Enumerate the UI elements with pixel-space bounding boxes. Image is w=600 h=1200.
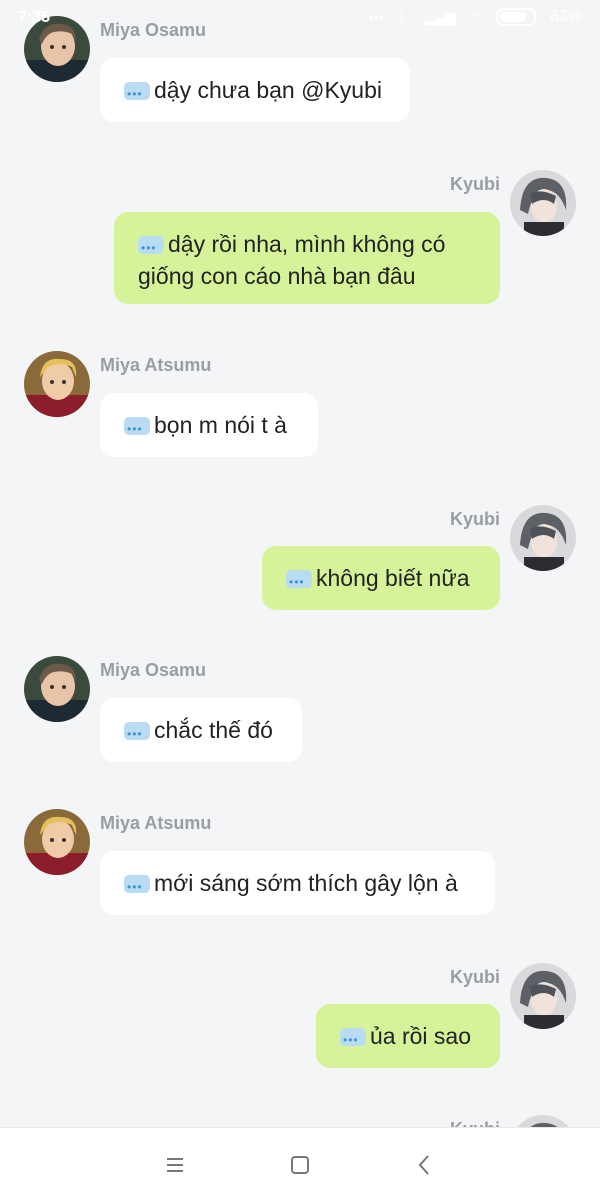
message-text: mới sáng sớm thích gây lộn à [154,870,458,896]
battery-icon [495,8,536,26]
avatar-kyubi[interactable] [510,963,576,1029]
speech-bubble-icon [138,232,164,264]
speech-bubble-icon [124,413,150,445]
speech-bubble-icon [286,566,312,598]
sender-name: Miya Atsumu [100,813,212,833]
message-text: chắc thế đó [154,717,273,743]
speech-bubble-icon [340,1024,366,1056]
system-nav-bar [0,1127,600,1200]
status-icons: ••• ☾ ▂▄▆ ◠ 83% [369,8,582,26]
message-text: không biết nữa [316,565,470,591]
message-bubble[interactable]: dậy chưa bạn @Kyubi [100,58,410,122]
speech-bubble-icon [124,78,150,110]
speech-bubble-icon [124,871,150,903]
message-bubble[interactable]: mới sáng sớm thích gây lộn à [100,851,495,915]
message-text: dậy chưa bạn @Kyubi [154,77,382,103]
more-dots-icon: ••• [369,9,384,25]
message-text: bọn m nói t à [154,412,287,438]
square-home-icon[interactable] [285,1150,315,1180]
sender-name: Miya Atsumu [100,355,212,375]
chevron-left-icon[interactable] [410,1150,440,1180]
avatar-miya-osamu[interactable] [24,656,90,722]
message-bubble[interactable]: dậy rồi nha, mình không có giống con cáo… [114,212,500,304]
message-text: ủa rồi sao [370,1023,472,1049]
signal-icon: ▂▄▆ [424,8,456,25]
avatar-kyubi[interactable] [510,505,576,571]
avatar-miya-atsumu[interactable] [24,351,90,417]
message-bubble[interactable]: bọn m nói t à [100,393,318,457]
message-text: dậy rồi nha, mình không có giống con cáo… [138,231,446,289]
menu-icon[interactable] [160,1150,190,1180]
status-time: 7:35 [18,9,51,26]
message-bubble[interactable]: chắc thế đó [100,698,302,762]
message-bubble[interactable]: không biết nữa [262,546,500,610]
moon-icon: ☾ [397,8,411,25]
avatar-miya-atsumu[interactable] [24,809,90,875]
avatar-kyubi[interactable] [510,170,576,236]
sender-name: Miya Osamu [100,660,207,680]
speech-bubble-icon [124,718,150,750]
message-bubble[interactable]: ủa rồi sao [316,1004,500,1068]
sender-name: Kyubi [449,967,500,987]
chat-thread[interactable]: Miya Osamu dậy chưa bạn @Kyubi Kyubi dậy… [0,0,600,1128]
battery-percent: 83% [549,8,582,25]
sender-name: Kyubi [449,174,500,194]
status-bar: 7:35 ••• ☾ ▂▄▆ ◠ 83% [0,0,600,36]
wifi-icon: ◠ [469,8,482,25]
sender-name: Kyubi [449,509,500,529]
